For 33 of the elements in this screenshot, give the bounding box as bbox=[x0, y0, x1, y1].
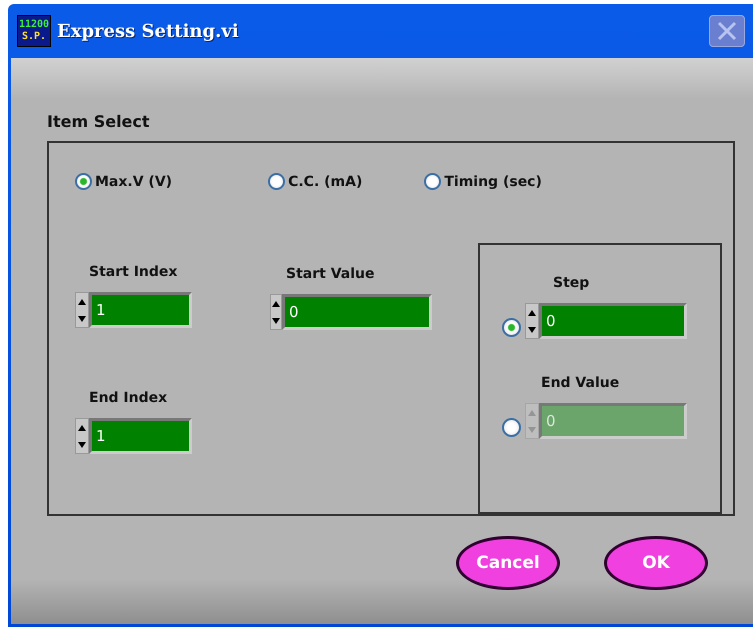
down-triangle-icon bbox=[528, 426, 536, 434]
radio-option[interactable]: Max.V (V) bbox=[75, 173, 172, 190]
field-label: Step bbox=[552, 275, 590, 293]
field-label: Start Index bbox=[88, 264, 178, 282]
cancel-button[interactable]: Cancel bbox=[456, 536, 560, 590]
numeric-field[interactable]: 0 bbox=[282, 294, 432, 330]
up-triangle-icon bbox=[78, 424, 86, 432]
ok-button[interactable]: OK bbox=[604, 536, 708, 590]
up-triangle-icon bbox=[528, 308, 536, 316]
up-triangle-icon bbox=[78, 298, 86, 306]
radio-option[interactable]: C.C. (mA) bbox=[268, 173, 362, 190]
radio-button[interactable] bbox=[502, 318, 521, 337]
field-label: Start Value bbox=[285, 266, 376, 284]
field-label: End Value bbox=[540, 375, 620, 393]
spinner-control[interactable] bbox=[270, 294, 282, 330]
numeric-field[interactable]: 1 bbox=[89, 418, 192, 454]
app-icon: 11200 S.P. bbox=[17, 15, 51, 47]
down-triangle-icon bbox=[78, 440, 86, 448]
close-icon bbox=[717, 21, 737, 41]
spinner-control[interactable] bbox=[525, 303, 539, 339]
numeric-field[interactable]: 1 bbox=[89, 292, 192, 328]
up-triangle-icon bbox=[528, 408, 536, 416]
down-triangle-icon bbox=[272, 316, 280, 324]
spinner-control[interactable] bbox=[75, 292, 89, 328]
radio-option[interactable]: Timing (sec) bbox=[424, 173, 542, 190]
down-triangle-icon bbox=[528, 326, 536, 334]
down-triangle-icon bbox=[78, 314, 86, 322]
up-triangle-icon bbox=[272, 300, 280, 308]
numeric-field[interactable]: 0 bbox=[539, 303, 687, 339]
spinner-control[interactable] bbox=[75, 418, 89, 454]
window-title: Express Setting.vi bbox=[57, 20, 239, 42]
group-label: Item Select bbox=[47, 112, 151, 133]
field-label: End Index bbox=[88, 390, 168, 408]
